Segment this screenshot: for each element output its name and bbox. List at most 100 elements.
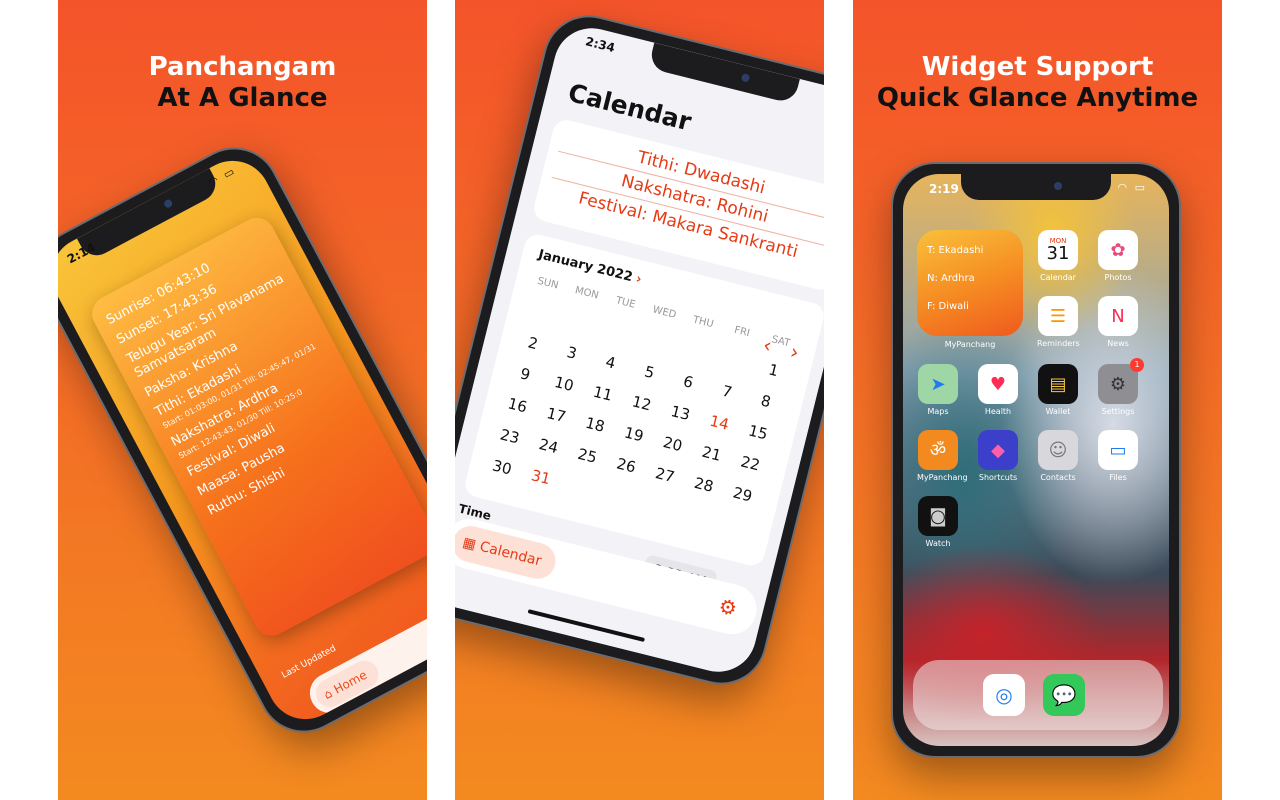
- calendar-day[interactable]: 27: [644, 458, 685, 492]
- calendar-icon: MON 31: [1038, 230, 1078, 270]
- app-label: Calendar: [1040, 273, 1076, 282]
- calendar-day[interactable]: 18: [575, 408, 616, 442]
- calendar-day[interactable]: 25: [567, 439, 608, 473]
- widget-tithi: T: Ekadashi: [927, 245, 984, 256]
- calendar-day[interactable]: 9: [505, 357, 546, 391]
- chevron-right-icon: ›: [634, 271, 644, 288]
- calendar-day[interactable]: 11: [582, 377, 623, 411]
- calendar-day[interactable]: 2: [512, 326, 553, 360]
- status-time: 2:19: [929, 182, 959, 196]
- month-calendar: January 2022› ‹ › SUN MON TUE WED THU FRI SAT 1…: [462, 231, 824, 569]
- phone-screen: 2:19 ◠ ▭ T: Ekadashi N: Ardhra F: Diwali…: [903, 174, 1169, 746]
- gear-icon: ⚙: [716, 593, 740, 622]
- app-label: Wallet: [1045, 407, 1071, 416]
- home-tab[interactable]: ⌂ Home: [310, 655, 384, 712]
- om-icon: ॐ: [918, 430, 958, 470]
- health-icon: ♥: [978, 364, 1018, 404]
- panchangam-card: Sunrise: 06:43:10 Sunset: 17:43:36 Telug…: [85, 211, 427, 642]
- calendar-day[interactable]: 23: [489, 419, 530, 453]
- calendar-day[interactable]: 24: [528, 429, 569, 463]
- notification-badge: 1: [1130, 358, 1144, 372]
- weekday-header: THU: [691, 314, 715, 331]
- app-watch[interactable]: ◙ Watch: [917, 496, 959, 548]
- mypanchang-widget[interactable]: T: Ekadashi N: Ardhra F: Diwali: [917, 230, 1023, 336]
- calendar-day[interactable]: 26: [606, 448, 647, 482]
- headline-line-2: Quick Glance Anytime: [876, 83, 1199, 113]
- weekday-header: MON: [573, 285, 600, 302]
- screenshot-panel-2: 2:34 ◠ ▭ Calendar Tithi: Dwadashi Naksha…: [455, 0, 824, 800]
- app-wallet[interactable]: ▤ Wallet: [1037, 364, 1079, 416]
- panel1-headline: Panchangam At A Glance: [58, 52, 427, 114]
- home-indicator: [527, 609, 645, 643]
- panel3-headline: Widget Support Quick Glance Anytime: [853, 52, 1222, 114]
- calendar-day[interactable]: 21: [691, 437, 732, 471]
- app-label: Health: [984, 407, 1012, 416]
- calendar-day[interactable]: 29: [722, 478, 763, 512]
- phone-notch: [648, 42, 800, 105]
- weekday-header: TUE: [614, 295, 637, 311]
- app-news[interactable]: N News: [1097, 296, 1139, 348]
- calendar-day[interactable]: 13: [660, 396, 701, 430]
- home-tab-label: Home: [331, 667, 370, 697]
- app-shortcuts[interactable]: ◆ Shortcuts: [977, 430, 1019, 482]
- watch-icon: ◙: [918, 496, 958, 536]
- screenshot-panel-3: Widget Support Quick Glance Anytime 2:19…: [853, 0, 1222, 800]
- calendar-day[interactable]: 22: [730, 446, 771, 480]
- app-maps[interactable]: ➤ Maps: [917, 364, 959, 416]
- weekday-header: WED: [651, 304, 678, 321]
- app-files[interactable]: ▭ Files: [1097, 430, 1139, 482]
- calendar-day[interactable]: 14: [699, 406, 740, 440]
- calendar-day[interactable]: 17: [536, 398, 577, 432]
- phone-notch: [961, 174, 1111, 200]
- wifi-battery-icon: ◠ ▭: [1117, 181, 1147, 194]
- app-contacts[interactable]: ☺ Contacts: [1037, 430, 1079, 482]
- app-calendar[interactable]: MON 31 Calendar: [1037, 230, 1079, 282]
- calendar-day[interactable]: 12: [621, 386, 662, 420]
- calendar-day[interactable]: 10: [543, 367, 584, 401]
- app-label: Settings: [1101, 407, 1135, 416]
- calendar-tab[interactable]: ▦ Calendar: [455, 522, 559, 583]
- calendar-day[interactable]: 5: [629, 355, 670, 389]
- calendar-day[interactable]: 6: [668, 365, 709, 399]
- wifi-battery-icon: ◠ ▭: [206, 164, 239, 190]
- headline-line-1: Widget Support: [921, 52, 1154, 82]
- app-label: Photos: [1104, 273, 1132, 282]
- settings-tab[interactable]: ⚙: [716, 593, 739, 621]
- calendar-day[interactable]: 7: [706, 375, 747, 409]
- calendar-day[interactable]: 15: [738, 415, 779, 449]
- app-photos[interactable]: ✿ Photos: [1097, 230, 1139, 282]
- app-health[interactable]: ♥ Health: [977, 364, 1019, 416]
- tab-bar: ⌂ Home: [302, 604, 427, 721]
- calendar-day[interactable]: 28: [683, 468, 724, 502]
- calendar-day[interactable]: 30: [481, 451, 522, 485]
- calendar-day[interactable]: 31: [520, 460, 561, 494]
- photos-icon: ✿: [1098, 230, 1138, 270]
- messages-icon[interactable]: 💬: [1043, 674, 1085, 716]
- app-mypanchang[interactable]: ॐ MyPanchang: [917, 430, 968, 482]
- calendar-day[interactable]: 4: [590, 346, 631, 380]
- app-label: News: [1107, 339, 1129, 348]
- dock: ◎ 💬: [913, 660, 1163, 730]
- calendar-day[interactable]: 8: [745, 384, 786, 418]
- calendar-day[interactable]: 19: [613, 417, 654, 451]
- app-label: Reminders: [1037, 339, 1080, 348]
- app-settings[interactable]: ⚙ 1 Settings: [1097, 358, 1144, 416]
- widget-festival: F: Diwali: [927, 301, 969, 312]
- screenshot-panel-1: Panchangam At A Glance 2:14 ◠ ▭ Sunrise:…: [58, 0, 427, 800]
- status-time: 2:34: [583, 34, 617, 56]
- phone-mockup-home: 2:14 ◠ ▭ Sunrise: 06:43:10 Sunset: 17:43…: [58, 131, 427, 749]
- app-label: Watch: [925, 539, 951, 548]
- app-reminders[interactable]: ☰ Reminders: [1037, 296, 1080, 348]
- safari-icon[interactable]: ◎: [983, 674, 1025, 716]
- widget-nakshatra: N: Ardhra: [927, 273, 975, 284]
- wallet-icon: ▤: [1038, 364, 1078, 404]
- reminders-icon: ☰: [1038, 296, 1078, 336]
- contacts-icon: ☺: [1038, 430, 1078, 470]
- weekday-header: SUN: [536, 275, 560, 292]
- weekday-header: FRI: [733, 324, 751, 340]
- calendar-day[interactable]: 20: [652, 427, 693, 461]
- app-label: Maps: [927, 407, 949, 416]
- calendar-day[interactable]: 3: [551, 336, 592, 370]
- maps-icon: ➤: [918, 364, 958, 404]
- calendar-day[interactable]: 16: [497, 388, 538, 422]
